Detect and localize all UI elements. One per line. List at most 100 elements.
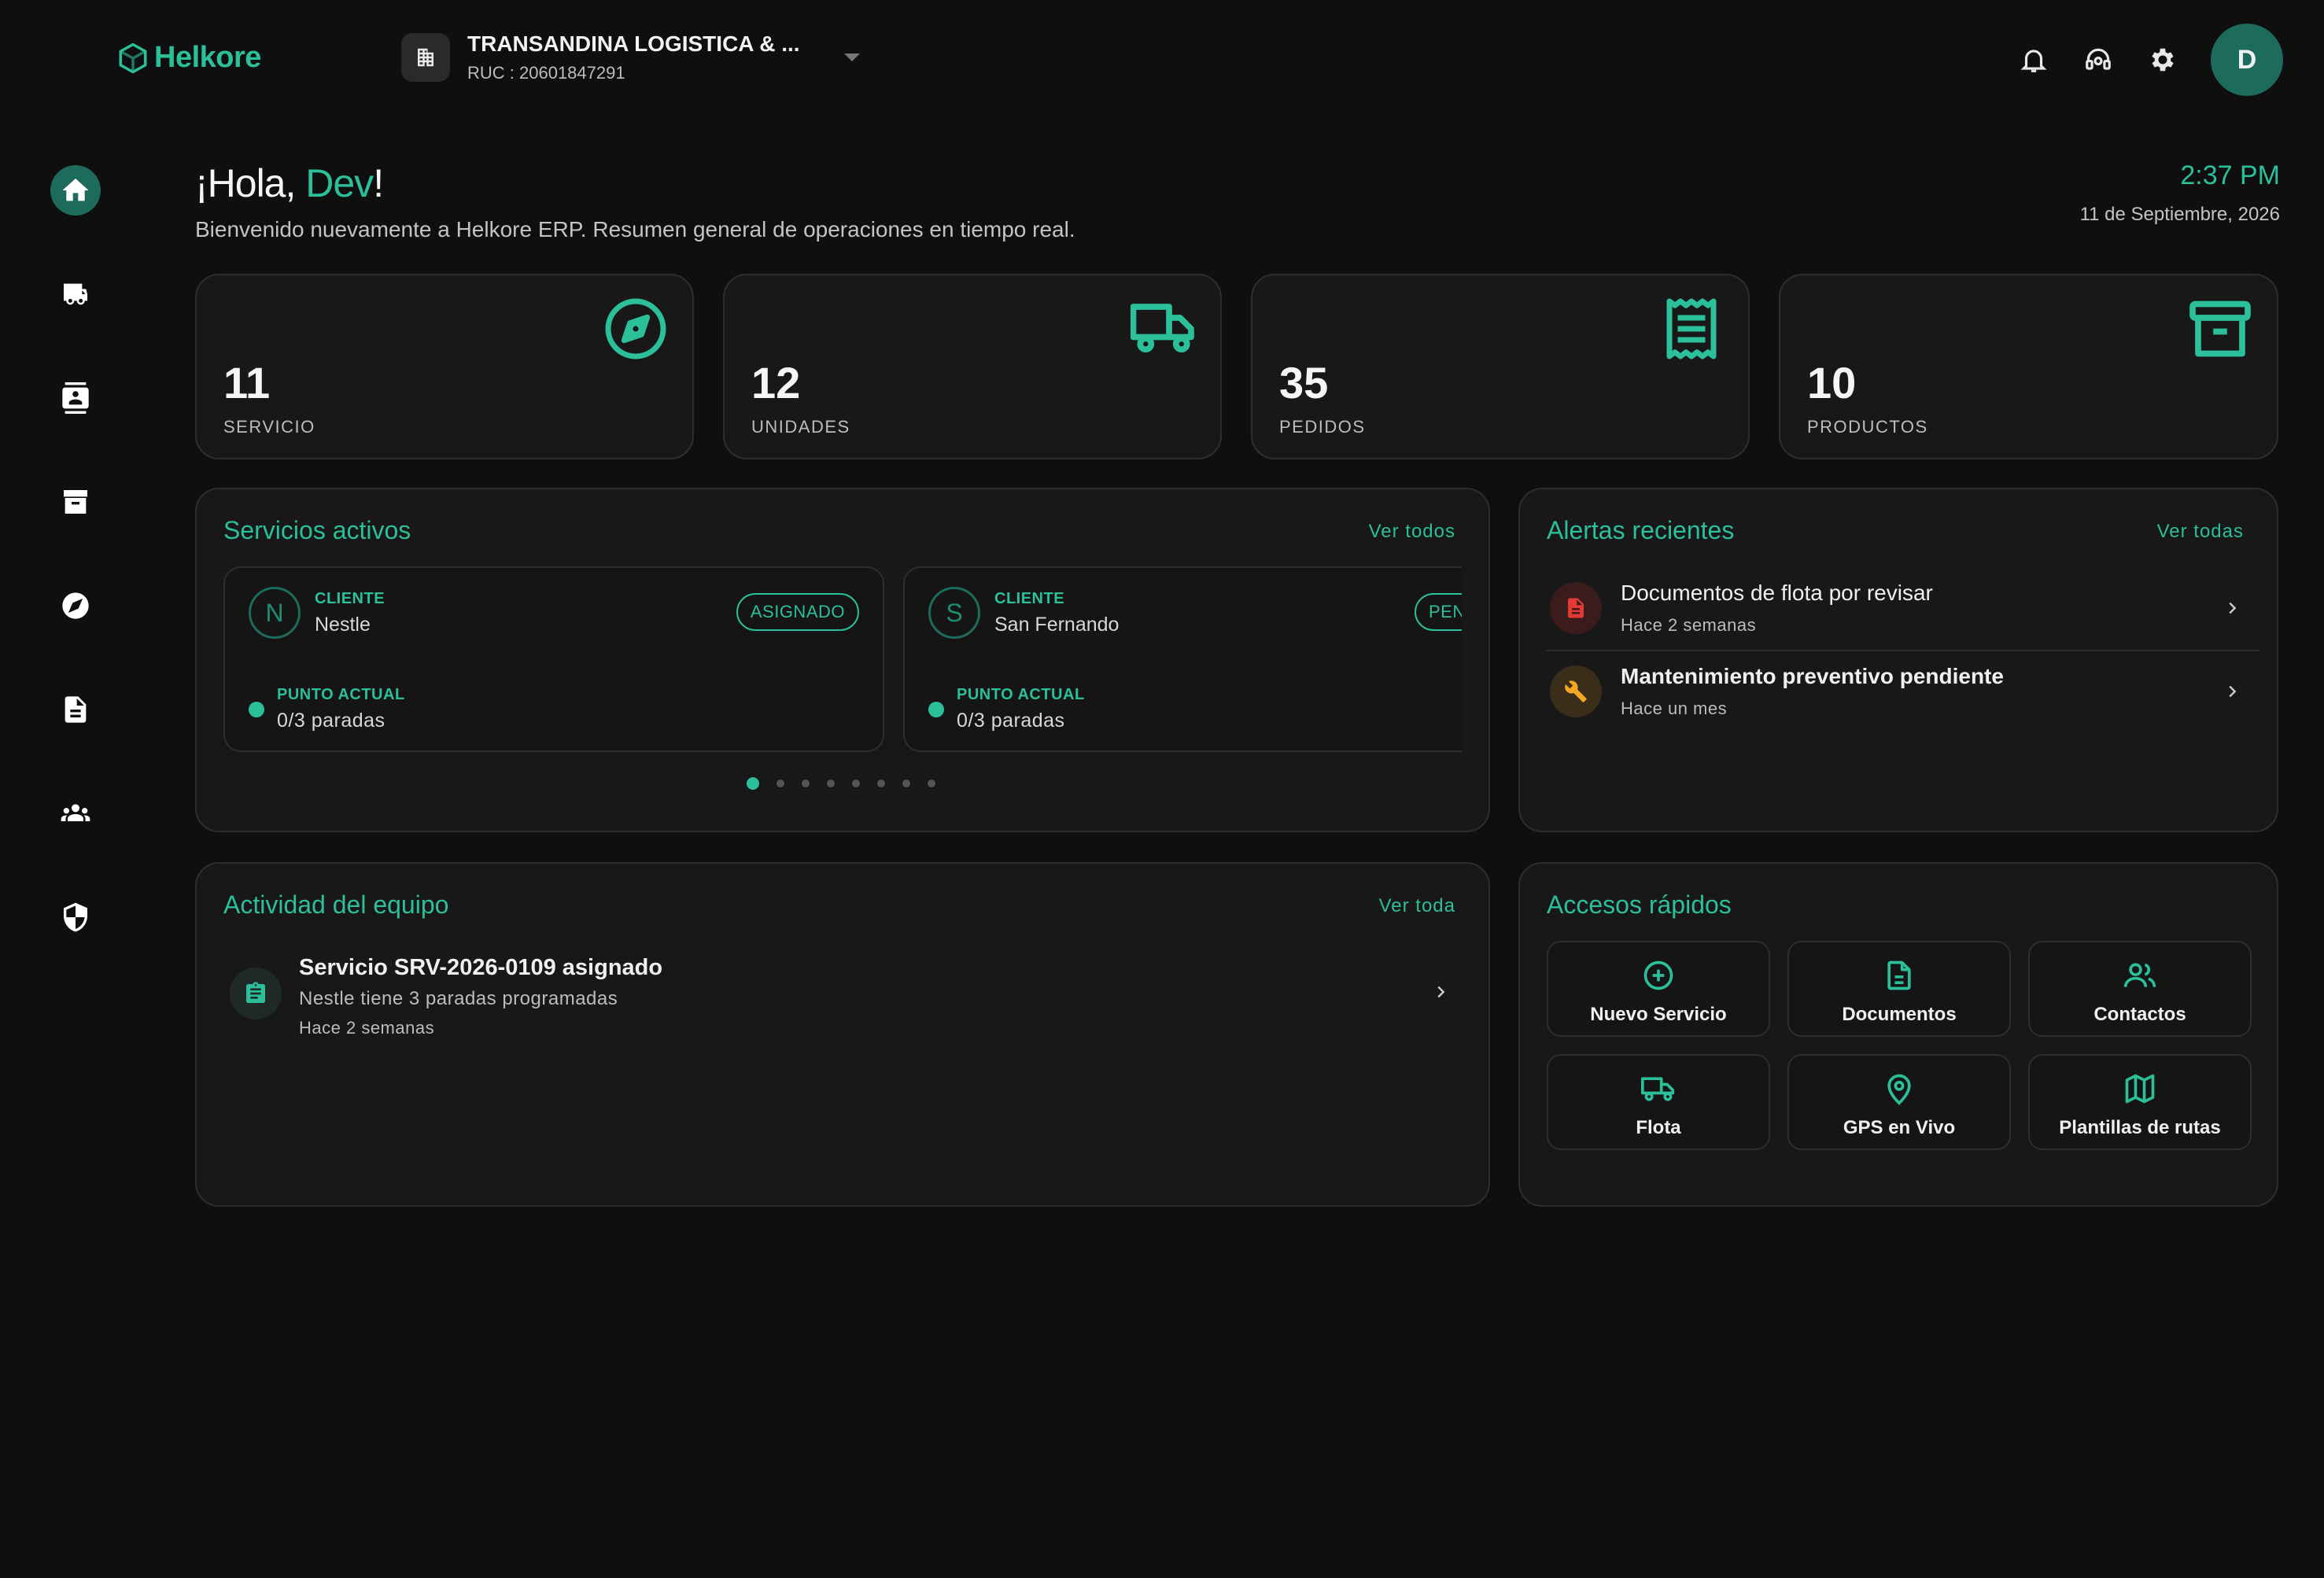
- carousel-pagination: [197, 777, 1488, 790]
- client-name: San Fernando: [994, 614, 1120, 636]
- quick-access-label: GPS en Vivo: [1843, 1117, 1956, 1138]
- map-pin-icon: [1887, 1074, 1911, 1105]
- stat-card-units[interactable]: 12 UNIDADES: [723, 274, 1222, 459]
- stat-label: UNIDADES: [751, 417, 850, 437]
- quick-access-label: Contactos: [2093, 1004, 2186, 1025]
- current-point-label: PUNTO ACTUAL: [277, 686, 405, 703]
- service-card[interactable]: S CLIENTE San Fernando PEN PUNTO ACTUAL …: [903, 566, 1462, 752]
- stat-value: 35: [1279, 358, 1329, 407]
- clock: 2:37 PM 11 de Septiembre, 2026: [2080, 160, 2280, 226]
- document-icon: [65, 696, 87, 723]
- top-actions: D: [2017, 24, 2283, 96]
- quick-route-templates-button[interactable]: Plantillas de rutas: [2028, 1054, 2252, 1150]
- user-avatar[interactable]: D: [2211, 24, 2283, 96]
- map-icon: [2125, 1074, 2155, 1104]
- company-ruc: RUC : 20601847291: [467, 63, 625, 83]
- stat-card-orders[interactable]: 35 PEDIDOS: [1251, 274, 1750, 459]
- sidebar-item-fleet[interactable]: [50, 269, 101, 319]
- recent-alerts-panel: Alertas recientes Ver todas Documentos d…: [1518, 488, 2278, 832]
- alert-title: Mantenimiento preventivo pendiente: [1621, 664, 2004, 688]
- compass-icon: [62, 592, 89, 619]
- caret-down-icon[interactable]: [843, 53, 860, 61]
- status-dot: [249, 702, 264, 717]
- service-card[interactable]: N CLIENTE Nestle ASIGNADO PUNTO ACTUAL 0…: [223, 566, 884, 752]
- quick-new-service-button[interactable]: Nuevo Servicio: [1547, 941, 1770, 1037]
- client-avatar: S: [928, 587, 980, 639]
- client-avatar: N: [249, 587, 301, 639]
- brand-logo[interactable]: Helkore: [116, 41, 261, 75]
- quick-gps-button[interactable]: GPS en Vivo: [1787, 1054, 2011, 1150]
- status-badge: ASIGNADO: [736, 593, 859, 631]
- active-services-panel: Servicios activos Ver todos N CLIENTE Ne…: [195, 488, 1490, 832]
- sidebar-item-team[interactable]: [50, 788, 101, 839]
- clock-time: 2:37 PM: [2180, 160, 2280, 190]
- alert-time: Hace un mes: [1621, 699, 1728, 718]
- stat-label: PEDIDOS: [1279, 417, 1366, 437]
- pagination-dot[interactable]: [902, 780, 910, 787]
- panel-title: Alertas recientes: [1547, 516, 1735, 544]
- quick-access-label: Flota: [1636, 1117, 1681, 1138]
- sidebar-item-contacts[interactable]: [50, 373, 101, 423]
- archive-icon: [2189, 300, 2251, 357]
- stat-card-services[interactable]: 11 SERVICIO: [195, 274, 694, 459]
- current-point-label: PUNTO ACTUAL: [957, 686, 1085, 703]
- pagination-dot[interactable]: [802, 780, 810, 787]
- brand-name: Helkore: [154, 41, 261, 74]
- sidebar-item-services[interactable]: [50, 581, 101, 631]
- chevron-right-icon: [1437, 986, 1445, 998]
- plus-circle-icon: [1643, 960, 1673, 990]
- pagination-dot[interactable]: [877, 780, 885, 787]
- support-agent-icon[interactable]: [2082, 43, 2115, 76]
- pagination-dot[interactable]: [928, 780, 935, 787]
- team-activity-panel: Actividad del equipo Ver toda Servicio S…: [195, 862, 1490, 1207]
- quick-access-label: Nuevo Servicio: [1590, 1004, 1727, 1025]
- pagination-dot[interactable]: [777, 780, 784, 787]
- quick-access-label: Plantillas de rutas: [2059, 1117, 2221, 1138]
- company-selector[interactable]: TRANSANDINA LOGISTICA & ... RUC : 206018…: [401, 31, 860, 83]
- stat-label: PRODUCTOS: [1807, 417, 1928, 437]
- panel-title: Actividad del equipo: [223, 890, 449, 919]
- greeting-suffix: !: [373, 161, 384, 205]
- hexagon-logo-icon: [119, 42, 147, 73]
- gear-icon[interactable]: [2146, 43, 2179, 76]
- activity-time: Hace 2 semanas: [299, 1018, 435, 1038]
- sidebar-item-home[interactable]: [50, 165, 101, 216]
- view-all-services-link[interactable]: Ver todos: [1369, 521, 1455, 543]
- pagination-dot[interactable]: [747, 777, 759, 790]
- sidebar-item-documents[interactable]: [50, 684, 101, 735]
- activity-description: Nestle tiene 3 paradas programadas: [299, 988, 618, 1009]
- quick-access-panel: Accesos rápidos Nuevo Servicio Documento…: [1518, 862, 2278, 1207]
- file-icon: [1887, 960, 1911, 990]
- quick-documents-button[interactable]: Documentos: [1787, 941, 2011, 1037]
- bell-icon[interactable]: [2017, 43, 2050, 76]
- greeting-user-name: Dev: [305, 161, 374, 205]
- current-point-value: 0/3 paradas: [957, 710, 1065, 732]
- alert-item[interactable]: Mantenimiento preventivo pendiente Hace …: [1547, 651, 2259, 733]
- panel-title: Accesos rápidos: [1547, 890, 1732, 919]
- receipt-icon: [1666, 298, 1717, 359]
- view-all-activity-link[interactable]: Ver toda: [1379, 895, 1455, 917]
- compass-icon: [605, 298, 666, 359]
- sidebar-item-inventory[interactable]: [50, 477, 101, 527]
- stat-value: 10: [1807, 358, 1857, 407]
- view-all-alerts-link[interactable]: Ver todas: [2157, 521, 2244, 543]
- stat-card-products[interactable]: 10 PRODUCTOS: [1779, 274, 2278, 459]
- quick-contacts-button[interactable]: Contactos: [2028, 941, 2252, 1037]
- alert-time: Hace 2 semanas: [1621, 615, 1757, 635]
- pagination-dot[interactable]: [827, 780, 835, 787]
- alert-item[interactable]: Documentos de flota por revisar Hace 2 s…: [1547, 568, 2259, 650]
- page-title: ¡Hola, Dev!: [195, 160, 384, 206]
- client-label: CLIENTE: [315, 590, 385, 607]
- quick-fleet-button[interactable]: Flota: [1547, 1054, 1770, 1150]
- clock-date: 11 de Septiembre, 2026: [2079, 204, 2280, 225]
- services-carousel[interactable]: N CLIENTE Nestle ASIGNADO PUNTO ACTUAL 0…: [223, 566, 1462, 752]
- stat-value: 12: [751, 358, 801, 407]
- client-name: Nestle: [315, 614, 371, 636]
- sidebar-item-security[interactable]: [50, 892, 101, 942]
- pagination-dot[interactable]: [852, 780, 860, 787]
- status-badge: PEN: [1415, 593, 1462, 631]
- users-icon: [2123, 963, 2156, 987]
- stat-label: SERVICIO: [223, 417, 315, 437]
- top-bar: Helkore TRANSANDINA LOGISTICA & ... RUC …: [0, 0, 2324, 120]
- alert-title: Documentos de flota por revisar: [1621, 581, 1933, 605]
